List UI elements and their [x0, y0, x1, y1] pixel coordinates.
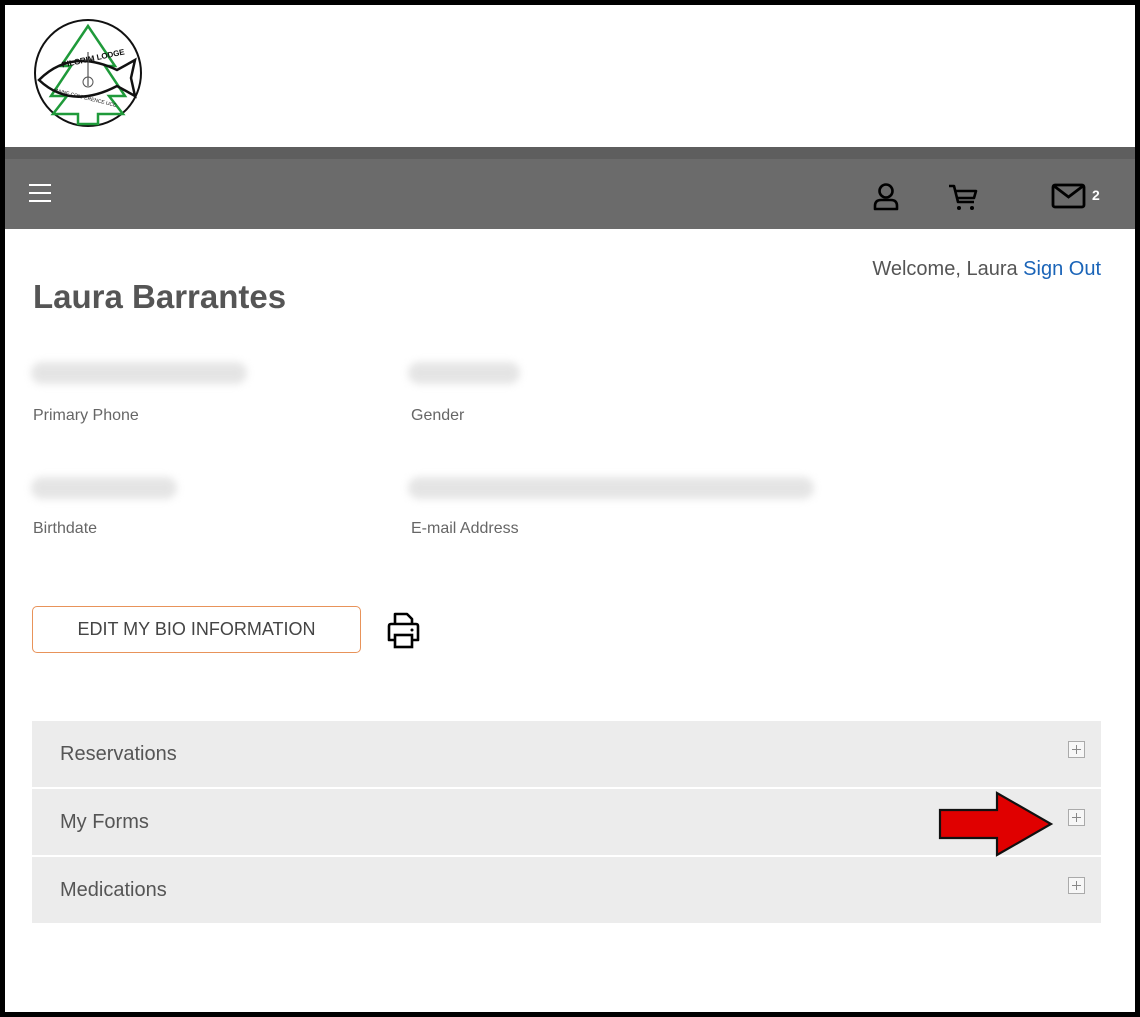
gender-value [408, 362, 520, 384]
accordion-label: My Forms [60, 811, 149, 833]
birthdate-value [31, 477, 177, 499]
gender-label: Gender [411, 407, 465, 424]
expand-plus-icon[interactable] [1068, 809, 1085, 826]
birthdate-label: Birthdate [33, 520, 98, 537]
sign-out-link[interactable]: Sign Out [1023, 258, 1101, 280]
email-value [408, 477, 814, 499]
email-label: E-mail Address [411, 520, 519, 537]
primary-phone-label: Primary Phone [33, 407, 139, 424]
page-frame: PILGRIM LODGE MAINE CONFERENCE UCC 2 Wel… [5, 5, 1135, 1012]
navbar-top-strip [5, 147, 1135, 159]
primary-phone-value [31, 362, 247, 384]
hamburger-menu-icon[interactable] [29, 184, 51, 204]
accordion-label: Medications [60, 879, 167, 901]
edit-bio-button[interactable]: EDIT MY BIO INFORMATION [32, 606, 361, 653]
pilgrim-lodge-logo[interactable]: PILGRIM LODGE MAINE CONFERENCE UCC [31, 18, 145, 128]
welcome-text: Welcome, Laura [872, 258, 1018, 280]
accordion-reservations[interactable]: Reservations [32, 721, 1101, 787]
mail-icon[interactable] [1051, 182, 1087, 210]
cart-icon[interactable] [947, 182, 979, 212]
expand-plus-icon[interactable] [1068, 877, 1085, 894]
navbar: 2 [5, 159, 1135, 229]
printer-icon[interactable] [385, 610, 421, 650]
welcome-message: Welcome, Laura Sign Out [872, 258, 1101, 281]
expand-plus-icon[interactable] [1068, 741, 1085, 758]
red-arrow-annotation-icon [938, 791, 1054, 857]
profile-name: Laura Barrantes [33, 278, 287, 315]
user-icon[interactable] [871, 182, 901, 212]
mail-count-badge: 2 [1092, 187, 1100, 203]
header-logo-area: PILGRIM LODGE MAINE CONFERENCE UCC [5, 5, 1135, 147]
accordion-label: Reservations [60, 743, 177, 765]
accordion-medications[interactable]: Medications [32, 857, 1101, 923]
